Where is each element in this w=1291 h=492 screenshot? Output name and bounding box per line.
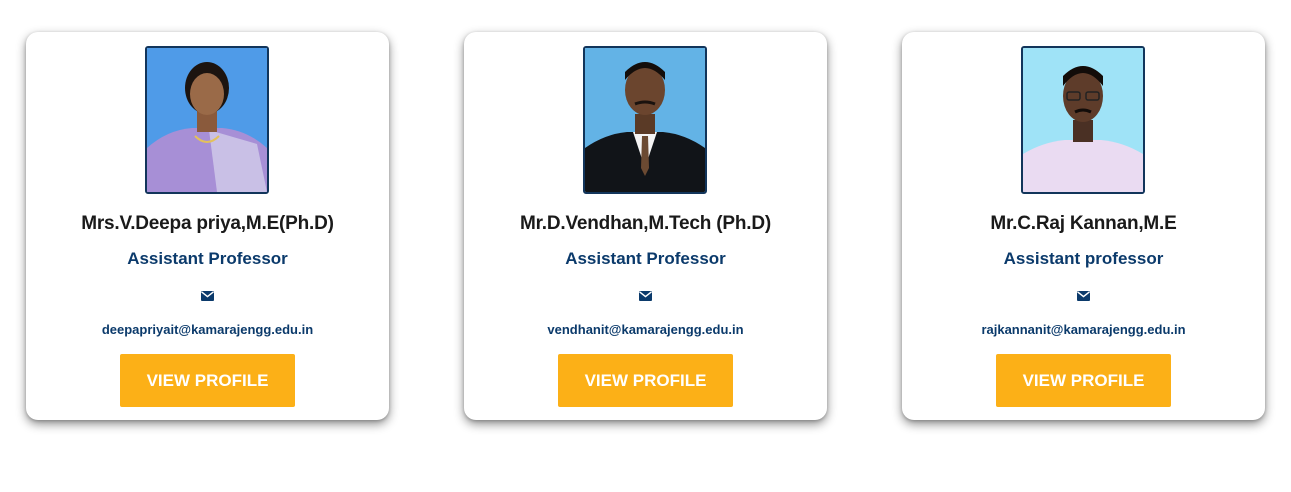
faculty-designation: Assistant professor bbox=[1003, 249, 1164, 268]
faculty-designation: Assistant Professor bbox=[127, 249, 288, 268]
faculty-card: Mrs.V.Deepa priya,M.E(Ph.D) Assistant Pr… bbox=[26, 32, 389, 420]
faculty-card: Mr.D.Vendhan,M.Tech (Ph.D) Assistant Pro… bbox=[464, 32, 827, 420]
faculty-email[interactable]: deepapriyait@kamarajengg.edu.in bbox=[26, 322, 389, 337]
faculty-designation: Assistant Professor bbox=[565, 249, 726, 268]
faculty-card: Mr.C.Raj Kannan,M.E Assistant professor … bbox=[902, 32, 1265, 420]
view-profile-button[interactable]: VIEW PROFILE bbox=[120, 354, 295, 407]
faculty-email[interactable]: vendhanit@kamarajengg.edu.in bbox=[464, 322, 827, 337]
envelope-icon bbox=[639, 291, 652, 301]
faculty-name: Mr.C.Raj Kannan,M.E bbox=[990, 213, 1177, 234]
faculty-photo bbox=[1021, 46, 1145, 194]
faculty-photo bbox=[145, 46, 269, 194]
faculty-grid: Mrs.V.Deepa priya,M.E(Ph.D) Assistant Pr… bbox=[0, 0, 1291, 492]
faculty-photo bbox=[583, 46, 707, 194]
faculty-email[interactable]: rajkannanit@kamarajengg.edu.in bbox=[902, 322, 1265, 337]
envelope-icon bbox=[201, 291, 214, 301]
faculty-name: Mr.D.Vendhan,M.Tech (Ph.D) bbox=[520, 213, 771, 234]
view-profile-button[interactable]: VIEW PROFILE bbox=[558, 354, 733, 407]
envelope-icon bbox=[1077, 291, 1090, 301]
faculty-name: Mrs.V.Deepa priya,M.E(Ph.D) bbox=[81, 213, 334, 234]
view-profile-button[interactable]: VIEW PROFILE bbox=[996, 354, 1171, 407]
